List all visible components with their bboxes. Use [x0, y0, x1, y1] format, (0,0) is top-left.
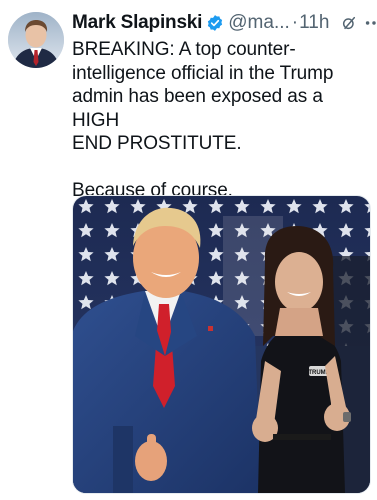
more-options-icon[interactable] — [363, 13, 377, 33]
author-avatar[interactable] — [8, 12, 64, 68]
meta-separator: · — [291, 12, 299, 33]
author-name[interactable]: Mark Slapinski — [72, 12, 202, 34]
author-handle[interactable]: @ma... — [228, 12, 290, 34]
post-media-photo[interactable]: TRUMP — [72, 195, 371, 494]
post-timestamp[interactable]: 11h — [299, 12, 329, 34]
avatar-image — [8, 12, 64, 68]
verified-badge-icon — [208, 15, 223, 31]
post-header: Mark Slapinski @ma... · 11h — [72, 10, 377, 36]
photo-image: TRUMP — [73, 196, 370, 493]
post-text: BREAKING: A top counter- intelligence of… — [72, 39, 334, 201]
grok-icon[interactable] — [341, 15, 357, 31]
